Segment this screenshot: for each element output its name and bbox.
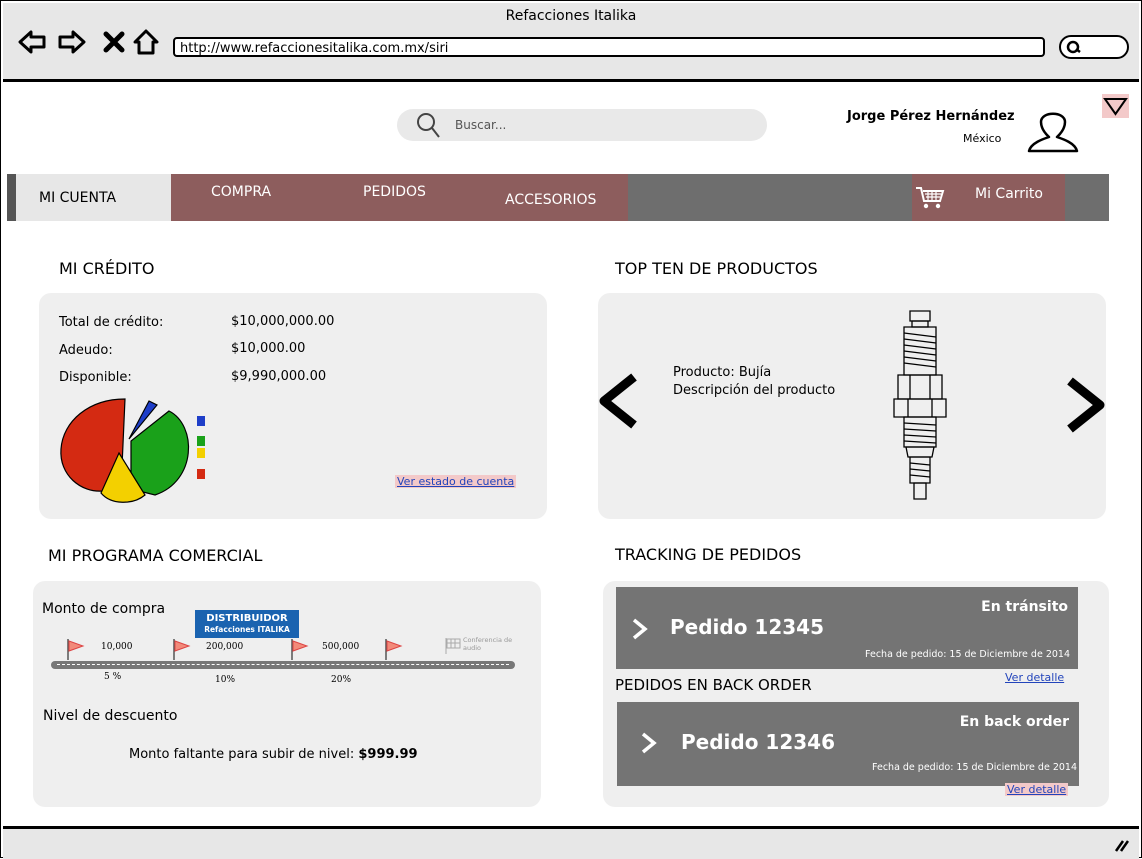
legend-swatch-blue xyxy=(197,416,205,426)
user-name: Jorge Pérez Hernández xyxy=(847,109,1015,124)
carousel-prev-icon[interactable] xyxy=(598,373,640,431)
cart-label: Mi Carrito xyxy=(975,186,1043,202)
missing-amount-value: $999.99 xyxy=(358,747,418,762)
account-menu-toggle[interactable] xyxy=(1102,94,1129,118)
percent-10: 10% xyxy=(215,675,236,685)
credit-pie-chart xyxy=(60,398,190,503)
percent-20: 20% xyxy=(331,675,352,685)
legend-swatch-green xyxy=(197,436,205,446)
browser-search-icon xyxy=(1066,40,1081,54)
backorder-date: Fecha de pedido: 15 de Diciembre de 2014 xyxy=(872,762,1077,773)
browser-status-bar xyxy=(3,826,1139,859)
program-title: MI PROGRAMA COMERCIAL xyxy=(48,546,263,565)
product-description: Descripción del producto xyxy=(673,383,836,398)
resize-grip-icon[interactable] xyxy=(1113,837,1129,853)
backorder-detail-link[interactable]: Ver detalle xyxy=(1005,783,1069,796)
window-title: Refacciones Italika xyxy=(505,8,637,24)
top-ten-title: TOP TEN DE PRODUCTOS xyxy=(615,259,818,278)
missing-amount-label: Monto faltante para subir de nivel: xyxy=(129,747,355,762)
flag-icon xyxy=(291,639,309,660)
home-icon[interactable] xyxy=(131,27,161,57)
finish-label: Conferencia de audio xyxy=(463,636,513,652)
legend-swatch-red xyxy=(197,469,205,479)
tab-compra[interactable]: COMPRA xyxy=(211,168,271,215)
flag-icon xyxy=(173,639,191,660)
tab-pedidos[interactable]: PEDIDOS xyxy=(363,168,426,215)
flag-icon xyxy=(67,639,85,660)
cart-button[interactable]: Mi Carrito xyxy=(912,174,1065,221)
address-bar[interactable]: http://www.refaccionesitalika.com.mx/sir… xyxy=(173,37,1045,57)
credit-card: Total de crédito: $10,000,000.00 Adeudo:… xyxy=(39,293,547,519)
credit-debt-value: $10,000.00 xyxy=(231,341,306,356)
search-placeholder: Buscar... xyxy=(455,118,507,132)
search-input[interactable]: Buscar... xyxy=(397,109,767,141)
flag-icon xyxy=(385,639,403,660)
purchase-label: Monto de compra xyxy=(42,601,166,617)
top-ten-carousel: Producto: Bujía Descripción del producto xyxy=(598,293,1106,519)
credit-total-value: $10,000,000.00 xyxy=(231,314,335,329)
amount-200000: 200,000 xyxy=(206,642,244,652)
browser-toolbar: Refacciones Italika http://www.refaccion… xyxy=(3,3,1139,82)
chevron-right-icon xyxy=(641,732,657,754)
browser-search-box[interactable] xyxy=(1059,35,1129,59)
amount-500000: 500,000 xyxy=(322,642,360,652)
main-nav: MI CUENTA COMPRA PEDIDOS ACCESORIOS Mi C… xyxy=(7,174,1109,221)
discount-label: Nivel de descuento xyxy=(43,708,178,724)
order-status: En tránsito xyxy=(981,599,1068,615)
missing-amount-row: Monto faltante para subir de nivel: $999… xyxy=(129,747,418,762)
credit-available-value: $9,990,000.00 xyxy=(231,369,327,384)
level-badge-subtitle: Refacciones ITALIKA xyxy=(204,625,290,634)
order-number: Pedido 12345 xyxy=(670,615,824,639)
avatar-icon[interactable] xyxy=(1025,105,1081,153)
stop-icon[interactable] xyxy=(99,27,129,57)
level-badge: DISTRIBUIDOR Refacciones ITALIKA xyxy=(195,610,299,638)
carousel-next-icon[interactable] xyxy=(1064,377,1106,435)
credit-debt-label: Adeudo: xyxy=(59,343,113,358)
order-date: Fecha de pedido: 15 de Diciembre de 2014 xyxy=(865,649,1070,660)
backorder-status: En back order xyxy=(959,714,1069,730)
backorder-title: PEDIDOS EN BACK ORDER xyxy=(615,676,812,694)
cart-icon xyxy=(916,187,945,209)
legend-swatch-yellow xyxy=(197,448,205,458)
chevron-down-icon xyxy=(1103,98,1128,116)
finish-flag-icon xyxy=(445,638,461,654)
order-card-12345[interactable]: En tránsito Pedido 12345 Fecha de pedido… xyxy=(616,587,1078,669)
order-card-12346[interactable]: En back order Pedido 12346 Fecha de pedi… xyxy=(617,702,1079,786)
back-icon[interactable] xyxy=(17,27,47,57)
percent-5: 5 % xyxy=(104,672,122,682)
program-card: Monto de compra DISTRIBUIDOR Refacciones… xyxy=(33,581,541,807)
credit-available-label: Disponible: xyxy=(59,370,132,385)
tab-mi-cuenta[interactable]: MI CUENTA xyxy=(16,174,171,221)
level-progress-track xyxy=(51,661,515,669)
account-statement-link[interactable]: Ver estado de cuenta xyxy=(395,475,517,488)
order-detail-link[interactable]: Ver detalle xyxy=(1003,671,1066,684)
spark-plug-image xyxy=(893,310,947,500)
tracking-title: TRACKING DE PEDIDOS xyxy=(615,545,802,564)
tracking-card: En tránsito Pedido 12345 Fecha de pedido… xyxy=(603,581,1109,807)
forward-icon[interactable] xyxy=(57,27,87,57)
level-badge-title: DISTRIBUIDOR xyxy=(206,613,288,624)
browser-window: Refacciones Italika http://www.refaccion… xyxy=(0,0,1142,859)
search-icon xyxy=(417,113,440,138)
nav-edge xyxy=(7,174,16,221)
amount-10000: 10,000 xyxy=(101,642,133,652)
backorder-number: Pedido 12346 xyxy=(681,730,835,754)
product-name: Producto: Bujía xyxy=(673,365,772,380)
credit-total-label: Total de crédito: xyxy=(59,315,164,330)
user-country: México xyxy=(963,132,1002,145)
track-dash xyxy=(57,664,509,665)
credit-title: MI CRÉDITO xyxy=(59,259,155,278)
tab-accesorios[interactable]: ACCESORIOS xyxy=(505,176,596,223)
chevron-right-icon xyxy=(632,618,648,640)
